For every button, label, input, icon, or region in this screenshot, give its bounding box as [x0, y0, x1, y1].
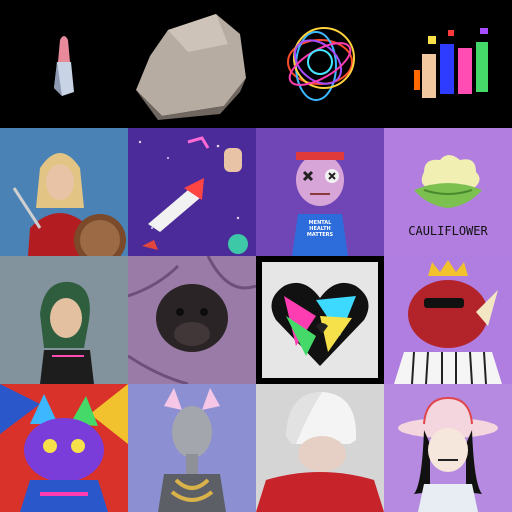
- blonde-warrior-tile[interactable]: [0, 128, 128, 256]
- rainbow-heart-image: [256, 256, 384, 384]
- colorful-cat-image: [0, 384, 128, 512]
- colorful-cat-tile[interactable]: [0, 384, 128, 512]
- pink-crystal-tile[interactable]: [0, 0, 128, 128]
- green-hair-avatar-tile[interactable]: [0, 256, 128, 384]
- neon-rings-image: [256, 0, 384, 128]
- red-rhino-king-image: [384, 256, 512, 384]
- grey-rock-image: [128, 0, 256, 128]
- glitch-figures-image: [384, 0, 512, 128]
- green-hair-avatar-image: [0, 256, 128, 384]
- white-hair-image: [256, 384, 384, 512]
- mental-health-tile[interactable]: MENTAL HEALTH MATTERS: [256, 128, 384, 256]
- cowboy-girl-image: [384, 384, 512, 512]
- monkey-head-image: [128, 256, 256, 384]
- space-collage-image: [128, 128, 256, 256]
- blonde-warrior-image: [0, 128, 128, 256]
- neon-rings-tile[interactable]: [256, 0, 384, 128]
- cat-ear-woman-tile[interactable]: [128, 384, 256, 512]
- red-rhino-king-tile[interactable]: [384, 256, 512, 384]
- space-collage-tile[interactable]: [128, 128, 256, 256]
- monkey-head-tile[interactable]: [128, 256, 256, 384]
- rainbow-heart-tile[interactable]: [256, 256, 384, 384]
- cowboy-girl-tile[interactable]: [384, 384, 512, 512]
- mental-health-text: MENTAL HEALTH MATTERS: [306, 220, 334, 238]
- pink-crystal-image: [0, 0, 128, 128]
- cauliflower-label: CAULIFLOWER: [408, 224, 488, 238]
- cat-ear-woman-image: [128, 384, 256, 512]
- grey-rock-tile[interactable]: [128, 0, 256, 128]
- white-hair-tile[interactable]: [256, 384, 384, 512]
- cauliflower-tile[interactable]: CAULIFLOWER: [384, 128, 512, 256]
- nft-gallery-grid: MENTAL HEALTH MATTERS CAULIFLOWER: [0, 0, 512, 512]
- glitch-figures-tile[interactable]: [384, 0, 512, 128]
